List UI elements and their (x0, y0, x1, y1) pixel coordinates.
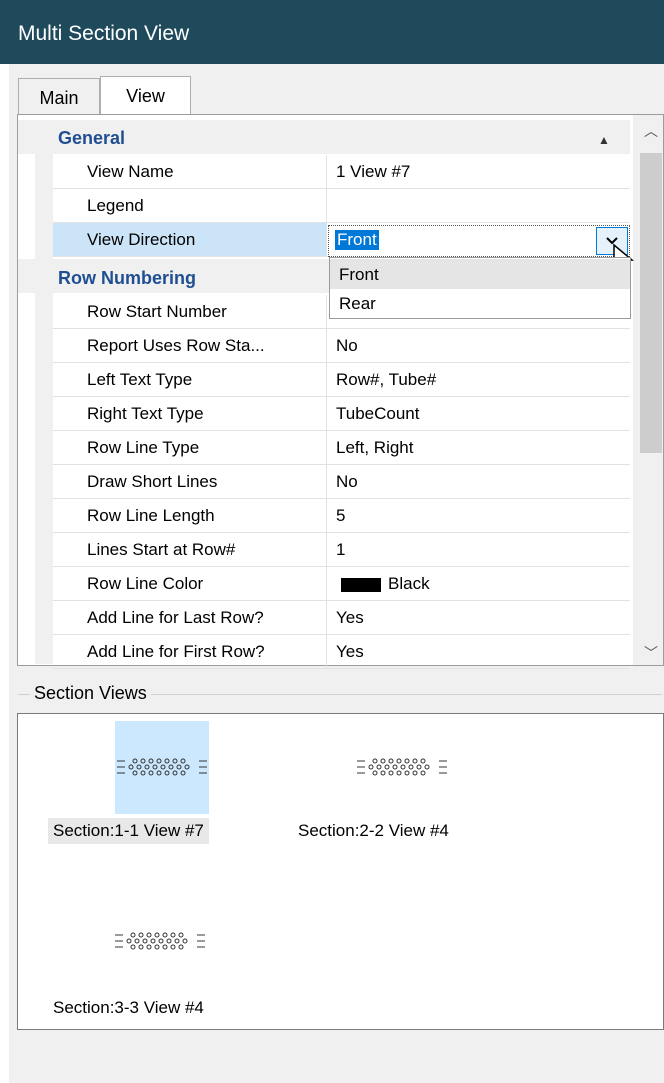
collapse-up-icon[interactable]: ▲ (598, 133, 610, 147)
dropdown-option-front[interactable]: Front (330, 259, 630, 289)
tab-view[interactable]: View (100, 76, 191, 114)
prop-name: Lines Start at Row# (87, 540, 236, 559)
column-divider (326, 567, 327, 601)
prop-name: Legend (87, 196, 144, 215)
prop-value[interactable]: Yes (336, 642, 364, 662)
prop-row-row-line-type[interactable]: Row Line Type Left, Right (53, 431, 630, 465)
section-label-1[interactable]: Section:1-1 View #7 (48, 818, 209, 844)
tube-section-icon (115, 932, 205, 950)
section-thumbnail-3[interactable] (113, 895, 207, 988)
category-row-numbering[interactable]: Row Numbering (58, 268, 196, 289)
column-divider (326, 155, 327, 189)
section-views-label: Section Views (30, 683, 151, 704)
section-label-3[interactable]: Section:3-3 View #4 (48, 995, 209, 1021)
grid-gutter (35, 154, 53, 664)
prop-name: Right Text Type (87, 404, 204, 423)
window-title: Multi Section View (18, 22, 190, 45)
prop-name: Row Line Type (87, 438, 200, 457)
section-thumbnail-1[interactable] (115, 721, 209, 814)
dropdown-option-rear[interactable]: Rear (330, 288, 630, 318)
column-divider (326, 465, 327, 499)
window-title-bar: Multi Section View (0, 0, 664, 64)
prop-name: View Direction (87, 230, 196, 249)
prop-row-row-line-color[interactable]: Row Line Color Black (53, 567, 630, 601)
prop-value[interactable]: Yes (336, 608, 364, 628)
prop-row-draw-short-lines[interactable]: Draw Short Lines No (53, 465, 630, 499)
prop-row-legend[interactable]: Legend (53, 189, 630, 223)
column-divider (326, 363, 327, 397)
prop-value[interactable]: Left, Right (336, 438, 414, 458)
column-divider (326, 499, 327, 533)
tube-section-icon (117, 758, 207, 776)
prop-name: Left Text Type (87, 370, 193, 389)
prop-value[interactable]: TubeCount (336, 404, 419, 424)
prop-value[interactable]: No (336, 336, 358, 356)
prop-row-view-name[interactable]: View Name 1 View #7 (53, 155, 630, 189)
prop-name: Row Line Color (87, 574, 204, 593)
prop-value[interactable]: 1 View #7 (336, 162, 410, 182)
prop-name: Row Line Length (87, 506, 215, 525)
prop-value[interactable]: 1 (336, 540, 345, 560)
prop-value[interactable]: 5 (336, 506, 345, 526)
tab-main[interactable]: Main (18, 78, 100, 114)
scroll-up-icon[interactable]: ︿ (644, 121, 658, 141)
tube-section-icon (357, 758, 447, 776)
scroll-down-icon[interactable]: ﹀ (644, 643, 658, 663)
column-divider (326, 601, 327, 635)
prop-name: Add Line for First Row? (87, 642, 265, 661)
prop-name: Report Uses Row Sta... (87, 336, 265, 355)
prop-name: Row Start Number (87, 302, 227, 321)
prop-name: View Name (87, 162, 174, 181)
column-divider (326, 189, 327, 223)
column-divider (326, 635, 327, 669)
grid-scrollbar[interactable]: ︿ ﹀ (633, 115, 663, 665)
combo-selected-value[interactable]: Front (335, 230, 379, 250)
column-divider (326, 223, 327, 257)
column-divider (326, 431, 327, 465)
prop-name: Draw Short Lines (87, 472, 218, 491)
column-divider (326, 397, 327, 431)
column-divider (326, 295, 327, 329)
prop-value[interactable]: Black (388, 574, 430, 594)
prop-name: Add Line for Last Row? (87, 608, 264, 627)
category-general[interactable]: General (58, 128, 125, 149)
section-thumbnail-2[interactable] (355, 721, 449, 814)
column-divider (326, 533, 327, 567)
prop-value[interactable]: No (336, 472, 358, 492)
view-direction-combo[interactable]: Front (328, 225, 630, 257)
prop-row-report-uses-row-start[interactable]: Report Uses Row Sta... No (53, 329, 630, 363)
prop-value[interactable]: Row#, Tube# (336, 370, 436, 390)
prop-row-left-text-type[interactable]: Left Text Type Row#, Tube# (53, 363, 630, 397)
view-direction-dropdown-list: Front Rear (329, 257, 631, 319)
column-divider (326, 329, 327, 363)
section-label-2[interactable]: Section:2-2 View #4 (293, 818, 454, 844)
prop-row-lines-start-at-row[interactable]: Lines Start at Row# 1 (53, 533, 630, 567)
color-swatch (341, 578, 381, 592)
prop-row-row-line-length[interactable]: Row Line Length 5 (53, 499, 630, 533)
prop-row-add-line-first-row[interactable]: Add Line for First Row? Yes (53, 635, 630, 669)
prop-row-add-line-last-row[interactable]: Add Line for Last Row? Yes (53, 601, 630, 635)
scroll-thumb[interactable] (640, 153, 662, 453)
prop-row-right-text-type[interactable]: Right Text Type TubeCount (53, 397, 630, 431)
